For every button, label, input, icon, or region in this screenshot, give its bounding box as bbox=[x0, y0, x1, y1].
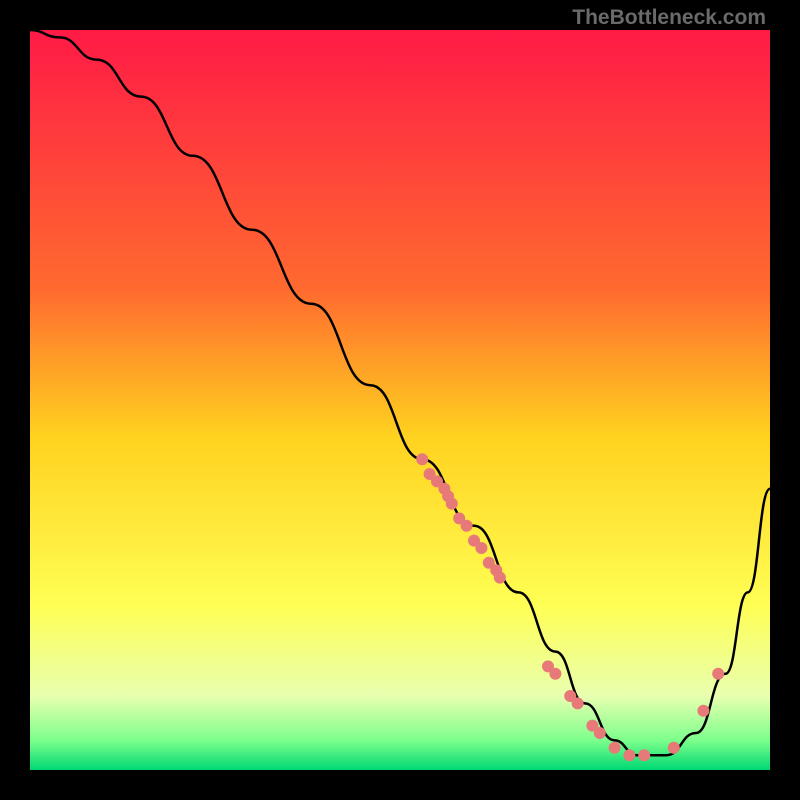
data-point bbox=[638, 749, 650, 761]
data-point bbox=[594, 727, 606, 739]
bottleneck-chart bbox=[30, 30, 770, 770]
data-point bbox=[697, 705, 709, 717]
data-point bbox=[572, 697, 584, 709]
data-point bbox=[494, 572, 506, 584]
data-point bbox=[416, 453, 428, 465]
data-point bbox=[668, 742, 680, 754]
data-point bbox=[609, 742, 621, 754]
data-point bbox=[446, 498, 458, 510]
data-point bbox=[712, 668, 724, 680]
chart-frame bbox=[30, 30, 770, 770]
data-point bbox=[475, 542, 487, 554]
data-point bbox=[623, 749, 635, 761]
gradient-plot-area bbox=[30, 30, 770, 770]
data-point bbox=[461, 520, 473, 532]
watermark-text: TheBottleneck.com bbox=[572, 6, 766, 30]
data-point bbox=[549, 668, 561, 680]
